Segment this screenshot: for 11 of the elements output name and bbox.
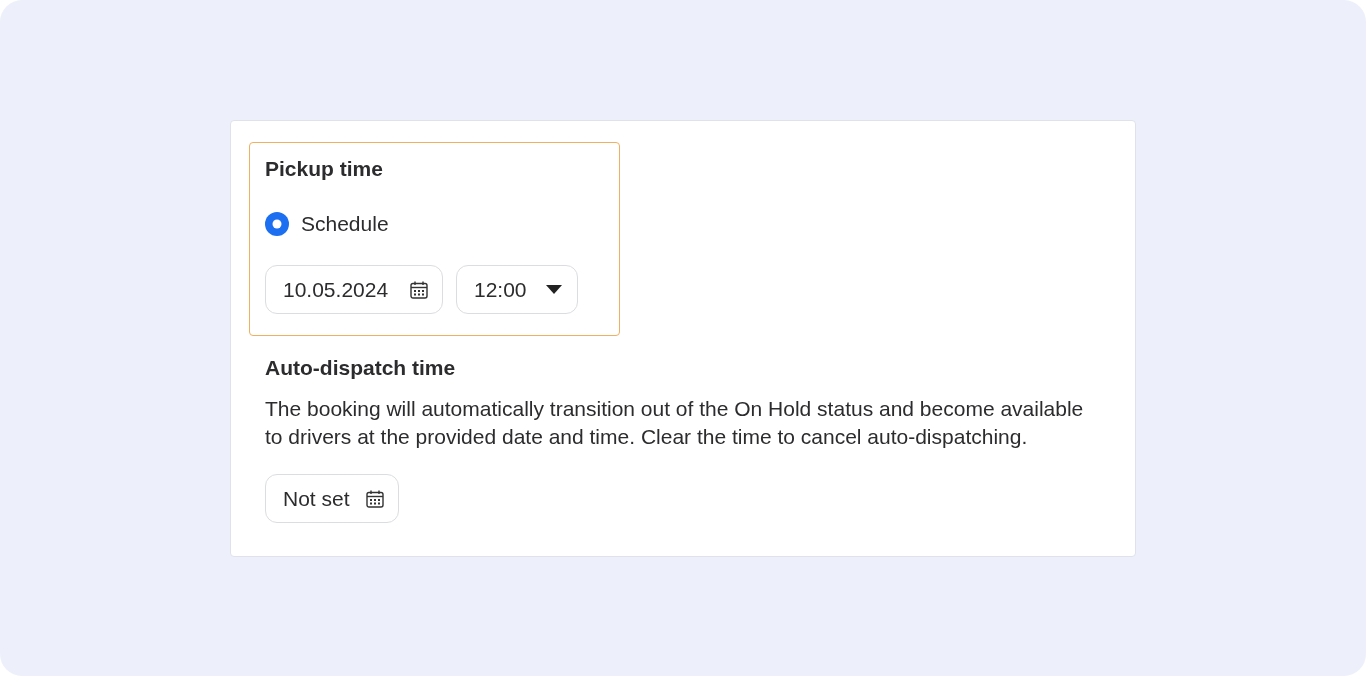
time-select[interactable]: 12:00	[456, 265, 578, 314]
radio-button[interactable]	[265, 212, 289, 236]
calendar-icon	[410, 280, 428, 299]
calendar-icon	[366, 489, 384, 508]
description-text: The booking will automatically transition out of the On Hold status and become available to drivers at the provided date and time. Clear the time to cancel auto-dispatching.	[265, 396, 1085, 450]
section-title: Pickup time	[265, 156, 383, 182]
date-field[interactable]: Not set	[265, 474, 399, 523]
date-field[interactable]: 10.05.2024	[265, 265, 443, 314]
radio-label: Schedule	[301, 212, 389, 236]
section-title: Auto-dispatch time	[265, 355, 456, 381]
caret-icon	[546, 285, 562, 294]
